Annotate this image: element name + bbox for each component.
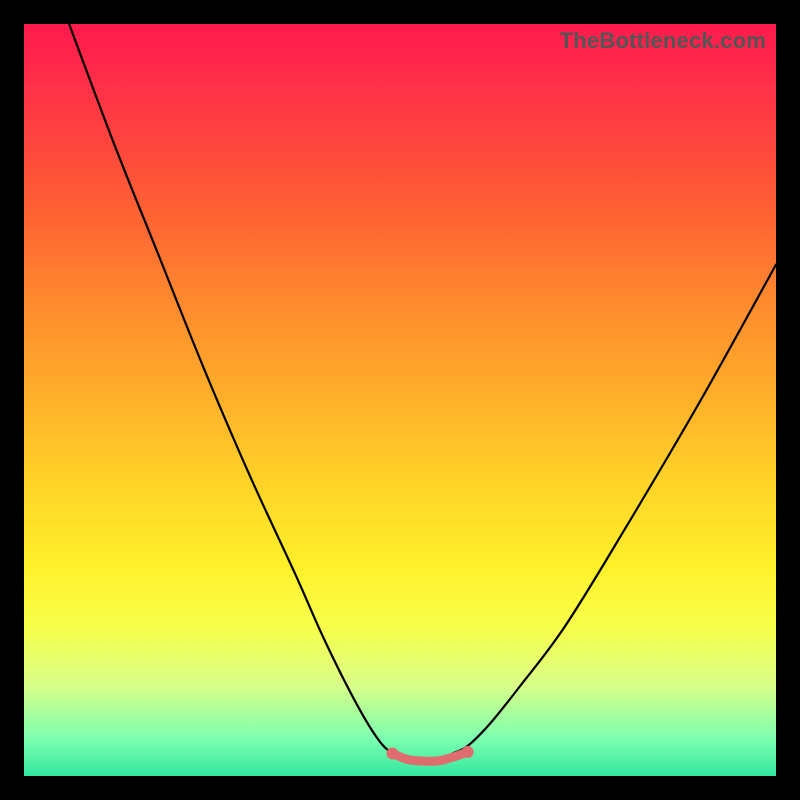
chart-frame: TheBottleneck.com: [0, 0, 800, 800]
plot-area: TheBottleneck.com: [24, 24, 776, 776]
optimal-zone-end-dot: [462, 746, 474, 758]
optimal-zone-start-dot: [386, 747, 398, 759]
bottleneck-curve-path: [69, 24, 776, 762]
curve-layer: [24, 24, 776, 776]
optimal-zone-path: [392, 752, 467, 761]
